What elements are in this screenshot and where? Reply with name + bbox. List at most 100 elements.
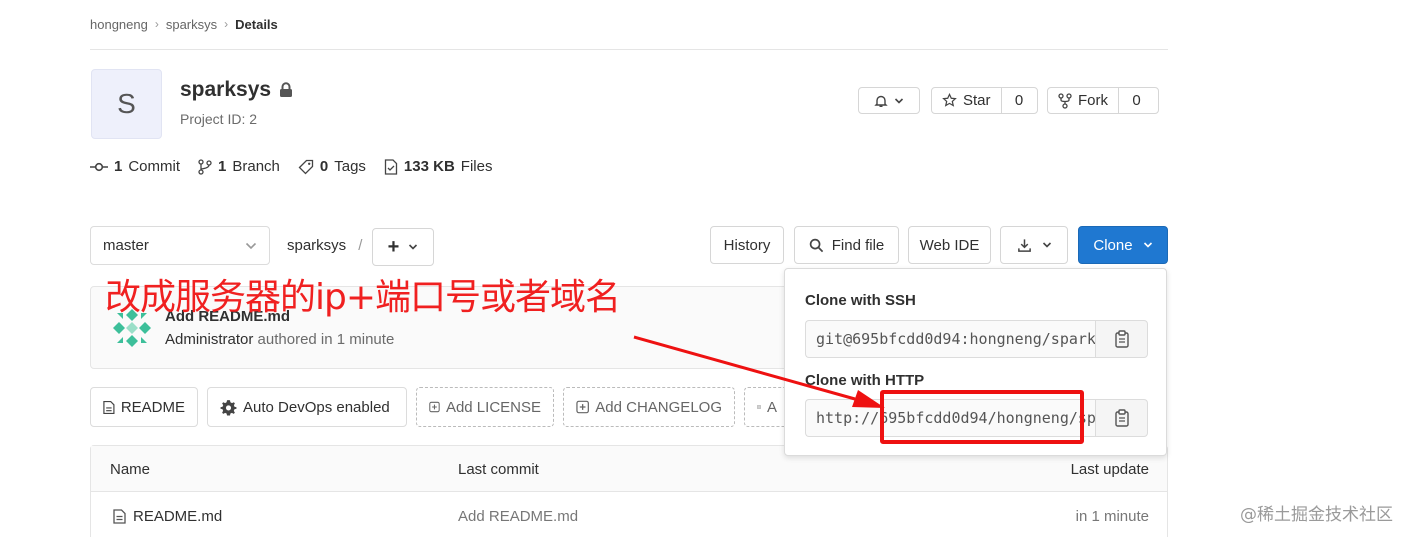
copy-http-button[interactable] <box>1095 399 1148 437</box>
project-id: Project ID: 2 <box>180 111 258 127</box>
clone-ssh-input[interactable]: git@695bfcdd0d94:hongneng/sparksys.git <box>805 320 1095 358</box>
plus-square-icon <box>576 400 589 414</box>
avatar-letter: S <box>117 88 136 119</box>
commits-stat[interactable]: 1 Commit <box>90 158 180 175</box>
project-title: sparksys <box>180 78 293 102</box>
copy-ssh-button[interactable] <box>1095 320 1148 358</box>
breadcrumb-current: Details <box>235 16 278 32</box>
file-name: README.md <box>133 508 223 525</box>
commits-label: Commit <box>128 158 181 175</box>
clipboard-icon <box>1114 330 1129 348</box>
star-count[interactable]: 0 <box>1000 88 1037 113</box>
web-ide-button[interactable]: Web IDE <box>908 226 991 264</box>
history-button[interactable]: History <box>710 226 784 264</box>
chevron-down-icon <box>1042 242 1051 248</box>
add-changelog-label: Add CHANGELOG <box>595 398 722 416</box>
branch-name: master <box>103 237 149 254</box>
breadcrumb: hongneng › sparksys › Details <box>90 16 278 32</box>
project-stats: 1 Commit 1 Branch 0 Tags 133 KB Files <box>90 158 510 175</box>
file-commit-message[interactable]: Add README.md <box>458 508 578 525</box>
file-last-update: in 1 minute <box>1075 508 1149 525</box>
add-license-label: Add LICENSE <box>445 398 541 416</box>
commit-author[interactable]: Administrator <box>165 331 253 348</box>
find-file-button[interactable]: Find file <box>794 226 899 264</box>
path-root-link[interactable]: sparksys <box>287 237 346 254</box>
star-label: Star <box>963 92 991 109</box>
tags-label: Tags <box>334 158 366 175</box>
download-dropdown[interactable] <box>1000 226 1068 264</box>
project-avatar: S <box>91 69 162 139</box>
fork-button[interactable]: Fork 0 <box>1047 87 1159 114</box>
history-label: History <box>723 236 771 254</box>
project-name: sparksys <box>180 78 272 101</box>
branch-icon <box>198 158 212 175</box>
notifications-button[interactable] <box>858 87 920 114</box>
breadcrumb-item-sparksys[interactable]: sparksys <box>166 17 217 32</box>
readme-label: README <box>120 398 185 416</box>
branches-stat[interactable]: 1 Branch <box>198 158 280 175</box>
add-changelog-button[interactable]: Add CHANGELOG <box>563 387 735 427</box>
plus-square-icon <box>429 401 440 413</box>
add-more-label: A <box>766 398 777 416</box>
find-file-label: Find file <box>831 236 885 254</box>
chevron-down-icon <box>1143 242 1152 248</box>
clipboard-icon <box>1114 409 1129 427</box>
clone-button[interactable]: Clone <box>1078 226 1168 264</box>
header-divider <box>90 49 1168 50</box>
annotation-highlight-box <box>880 390 1084 444</box>
document-icon <box>103 400 115 414</box>
commits-count: 1 <box>114 158 123 175</box>
commit-time: authored in 1 minute <box>257 331 395 348</box>
add-file-dropdown[interactable]: + <box>372 228 434 266</box>
fork-label: Fork <box>1078 92 1108 109</box>
file-name-cell[interactable]: README.md <box>113 508 222 525</box>
file-icon <box>113 509 126 524</box>
files-size: 133 KB <box>403 158 455 175</box>
gear-icon <box>220 399 237 415</box>
repo-path: sparksys / <box>287 237 362 254</box>
column-name: Name <box>110 461 151 478</box>
branch-dropdown[interactable]: master <box>90 226 270 265</box>
chevron-down-icon <box>245 242 257 249</box>
plus-label: + <box>387 235 400 258</box>
tag-icon <box>298 159 314 174</box>
files-label: Files <box>460 158 493 175</box>
annotation-text: 改成服务器的ip+端口号或者域名 <box>105 277 621 318</box>
search-icon <box>809 238 823 252</box>
add-license-button[interactable]: Add LICENSE <box>416 387 554 427</box>
clone-label: Clone <box>1093 236 1133 254</box>
path-separator: / <box>358 237 363 254</box>
breadcrumb-item-hongneng[interactable]: hongneng <box>90 17 148 32</box>
star-icon <box>942 93 957 107</box>
file-table: Name Last commit Last update README.md A… <box>90 445 1168 537</box>
lock-icon <box>280 82 293 97</box>
add-more-button[interactable]: A <box>744 387 789 427</box>
clone-http-label: Clone with HTTP <box>805 372 925 389</box>
tags-stat[interactable]: 0 Tags <box>298 158 366 175</box>
tags-count: 0 <box>319 158 329 175</box>
branches-label: Branch <box>232 158 280 175</box>
bell-icon <box>874 95 888 107</box>
star-action[interactable]: Star <box>932 92 1001 109</box>
fork-action[interactable]: Fork <box>1048 92 1118 109</box>
chevron-down-icon <box>409 244 418 250</box>
readme-button[interactable]: README <box>90 387 198 427</box>
fork-count[interactable]: 0 <box>1118 88 1154 113</box>
commit-meta: Administrator authored in 1 minute <box>165 331 394 348</box>
chevron-down-icon <box>894 97 904 104</box>
download-icon <box>1017 238 1031 252</box>
files-stat[interactable]: 133 KB Files <box>384 158 493 175</box>
commit-icon <box>90 162 108 171</box>
auto-devops-button[interactable]: Auto DevOps enabled <box>207 387 407 427</box>
fork-icon <box>1058 92 1072 109</box>
column-last-update: Last update <box>1070 461 1149 478</box>
star-button[interactable]: Star 0 <box>931 87 1038 114</box>
chevron-right-icon: › <box>224 17 229 31</box>
clone-ssh-label: Clone with SSH <box>805 292 916 309</box>
branches-count: 1 <box>218 158 227 175</box>
file-icon <box>384 158 398 175</box>
auto-devops-label: Auto DevOps enabled <box>243 398 390 416</box>
column-last-commit: Last commit <box>458 461 539 478</box>
plus-square-icon <box>757 405 761 409</box>
watermark: @稀土掘金技术社区 <box>1240 505 1393 525</box>
